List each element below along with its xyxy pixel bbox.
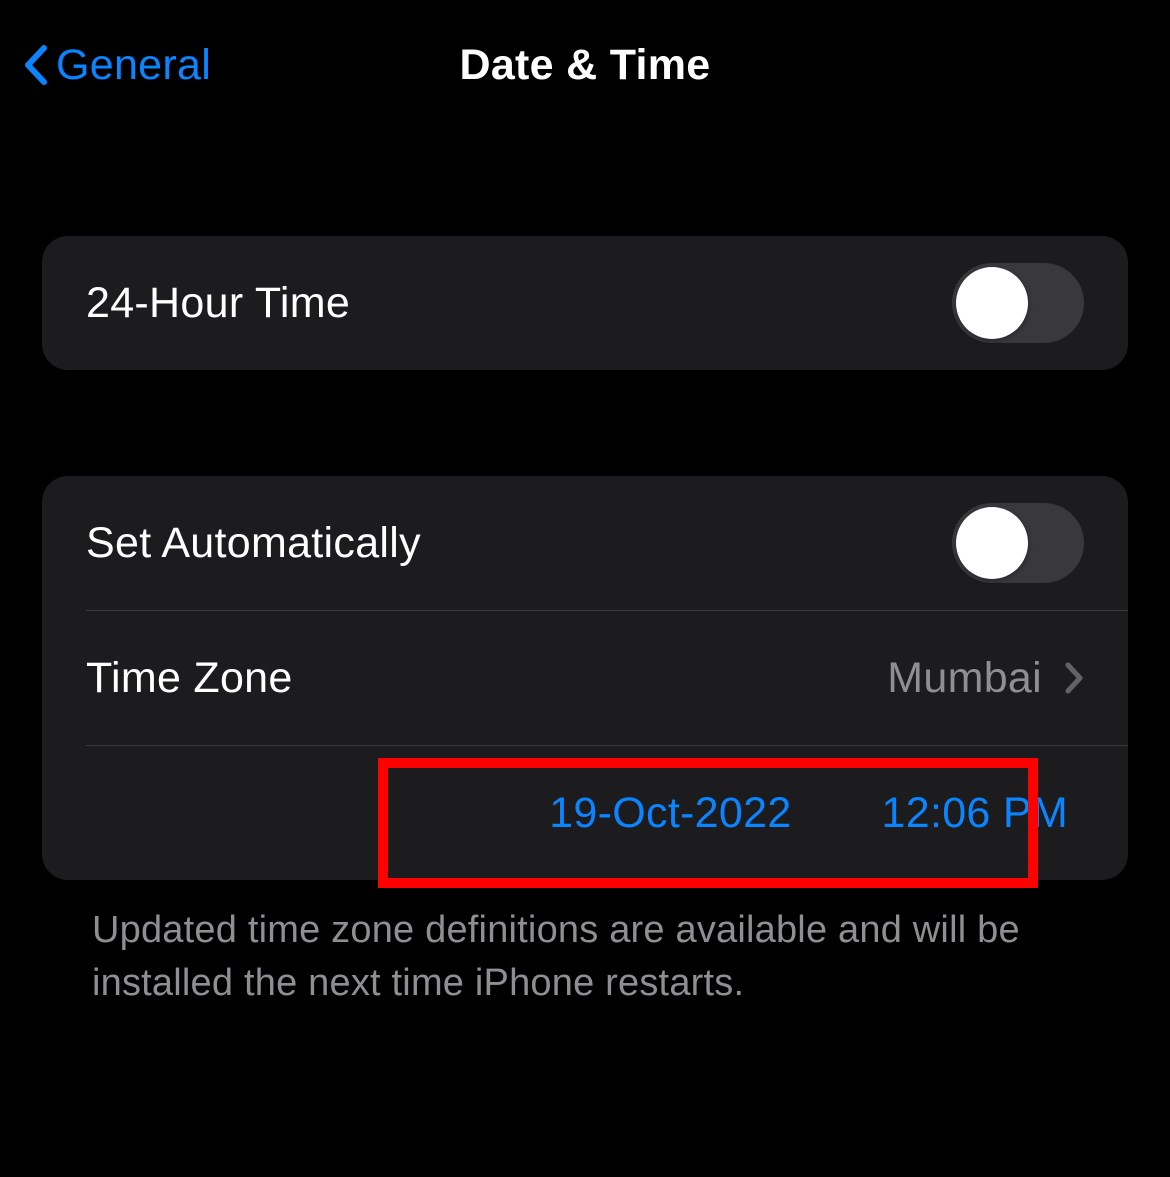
label-time-zone: Time Zone bbox=[86, 654, 293, 703]
label-set-automatically: Set Automatically bbox=[86, 519, 421, 568]
switch-set-automatically[interactable] bbox=[952, 503, 1084, 583]
back-label: General bbox=[56, 41, 211, 90]
date-picker-button[interactable]: 19-Oct-2022 bbox=[549, 789, 791, 838]
row-date-time: 19-Oct-2022 12:06 PM bbox=[42, 746, 1128, 880]
row-set-automatically: Set Automatically bbox=[42, 476, 1128, 610]
footer-text: Updated time zone definitions are availa… bbox=[42, 880, 1128, 1010]
group-time-format: 24-Hour Time bbox=[42, 236, 1128, 370]
chevron-right-icon bbox=[1064, 661, 1084, 695]
nav-bar: General Date & Time bbox=[0, 0, 1170, 130]
value-time-zone: Mumbai bbox=[887, 654, 1042, 703]
switch-knob bbox=[956, 507, 1028, 579]
label-24-hour-time: 24-Hour Time bbox=[86, 279, 350, 328]
row-time-zone[interactable]: Time Zone Mumbai bbox=[42, 611, 1128, 745]
group-date-time-settings: Set Automatically Time Zone Mumbai 19-Oc… bbox=[42, 476, 1128, 880]
switch-24-hour-time[interactable] bbox=[952, 263, 1084, 343]
back-button[interactable]: General bbox=[20, 41, 211, 90]
page-title: Date & Time bbox=[459, 41, 710, 90]
row-24-hour-time: 24-Hour Time bbox=[42, 236, 1128, 370]
chevron-left-icon bbox=[20, 44, 50, 86]
switch-knob bbox=[956, 267, 1028, 339]
time-picker-button[interactable]: 12:06 PM bbox=[882, 789, 1068, 838]
